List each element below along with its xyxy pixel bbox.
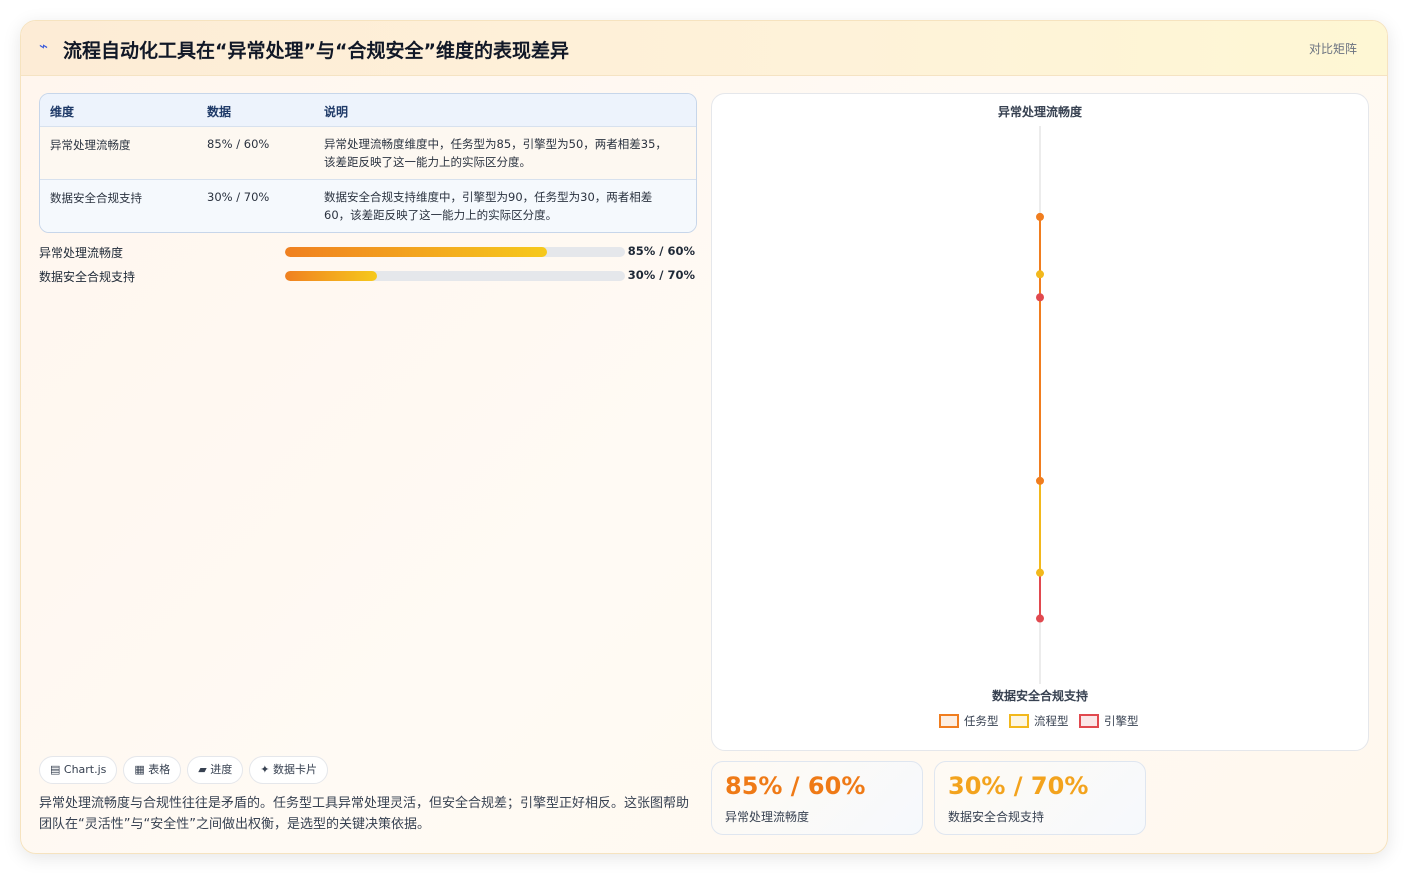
page-title: 流程自动化工具在“异常处理”与“合规安全”维度的表现差异 bbox=[63, 40, 569, 62]
column-header-data: 数据 bbox=[207, 105, 232, 119]
comparison-table: 维度 数据 说明 异常处理流畅度 85% / 60% 异常处理流畅度维度中，任务… bbox=[39, 93, 697, 233]
axis-label-top: 异常处理流畅度 bbox=[998, 104, 1083, 119]
legend-swatch-1 bbox=[1009, 714, 1029, 728]
cell-data: 30% / 70% bbox=[207, 190, 270, 204]
stat-label: 异常处理流畅度 bbox=[725, 810, 810, 824]
table-row: 异常处理流畅度 85% / 60% 异常处理流畅度维度中，任务型为85，引擎型为… bbox=[40, 127, 696, 180]
chip-progress[interactable]: ▰ 进度 bbox=[187, 756, 244, 784]
stat-value: 85% / 60% bbox=[725, 772, 866, 800]
progress-value: 85% / 60% bbox=[627, 244, 695, 258]
radar-chart: 异常处理流畅度 数据安全合规支持任务型 流程型 引擎型 bbox=[711, 93, 1369, 751]
column-header-dimension: 维度 bbox=[50, 105, 75, 119]
legend-swatch-2 bbox=[1079, 714, 1099, 728]
cell-note: 数据安全合规支持维度中，引擎型为90，任务型为30，两者相差60，该差距反映了这… bbox=[324, 190, 653, 222]
cell-data: 85% / 60% bbox=[207, 137, 270, 151]
legend-swatch-0 bbox=[939, 714, 959, 728]
progress-label: 数据安全合规支持 bbox=[39, 270, 136, 284]
series-point-2-1 bbox=[1036, 614, 1044, 623]
stat-card: 30% / 70% 数据安全合规支持 bbox=[934, 761, 1146, 835]
tech-chips: ▤ Chart.js ▦ 表格 ▰ 进度 ✦ 数据卡片 bbox=[39, 756, 334, 784]
progress-fill bbox=[285, 271, 377, 281]
axis-label-bottom: 数据安全合规支持 bbox=[992, 688, 1088, 703]
progress-track bbox=[285, 271, 625, 281]
dashboard-card: ⌁ 流程自动化工具在“异常处理”与“合规安全”维度的表现差异 对比矩阵 维度 数… bbox=[20, 20, 1388, 854]
progress-fill bbox=[285, 247, 547, 257]
series-point-1-1 bbox=[1036, 568, 1044, 577]
cell-dimension: 异常处理流畅度 bbox=[50, 138, 131, 152]
legend-label-2: 引擎型 bbox=[1104, 714, 1139, 728]
legend-label-0: 任务型 bbox=[964, 714, 999, 728]
legend-label-1: 流程型 bbox=[1034, 714, 1069, 728]
chip-table[interactable]: ▦ 表格 bbox=[123, 756, 182, 784]
cell-note: 异常处理流畅度维度中，任务型为85，引擎型为50，两者相差35，该差距反映了这一… bbox=[324, 137, 667, 169]
series-point-0-0 bbox=[1036, 212, 1044, 221]
lightning-icon: ⌁ bbox=[39, 37, 49, 55]
summary-text: 异常处理流畅度与合规性往往是矛盾的。任务型工具异常处理灵活，但安全合规差；引擎型… bbox=[39, 796, 690, 832]
progress-track bbox=[285, 247, 625, 257]
series-point-2-0 bbox=[1036, 293, 1044, 302]
table-header: 维度 数据 说明 bbox=[40, 94, 696, 127]
radar-chart-svg: 异常处理流畅度数据安全合规支持任务型 流程型 引擎型 bbox=[939, 104, 1139, 728]
cell-dimension: 数据安全合规支持 bbox=[50, 191, 142, 205]
progress-label: 异常处理流畅度 bbox=[39, 246, 124, 260]
series-point-1-0 bbox=[1036, 270, 1044, 279]
stat-value: 30% / 70% bbox=[948, 772, 1089, 800]
stat-label: 数据安全合规支持 bbox=[948, 810, 1045, 824]
progress-row: 数据安全合规支持 30% / 70% bbox=[39, 267, 695, 285]
matrix-tag: 对比矩阵 bbox=[1308, 42, 1357, 56]
stat-card: 85% / 60% 异常处理流畅度 bbox=[711, 761, 923, 835]
header: ⌁ 流程自动化工具在“异常处理”与“合规安全”维度的表现差异 对比矩阵 bbox=[21, 21, 1387, 76]
progress-row: 异常处理流畅度 85% / 60% bbox=[39, 243, 695, 261]
table-row: 数据安全合规支持 30% / 70% 数据安全合规支持维度中，引擎型为90，任务… bbox=[40, 180, 696, 232]
progress-value: 30% / 70% bbox=[627, 268, 695, 282]
series-point-0-1 bbox=[1036, 476, 1044, 485]
chip-data-card[interactable]: ✦ 数据卡片 bbox=[249, 756, 328, 784]
chip-chartjs[interactable]: ▤ Chart.js bbox=[39, 756, 118, 784]
column-header-note: 说明 bbox=[324, 105, 349, 119]
